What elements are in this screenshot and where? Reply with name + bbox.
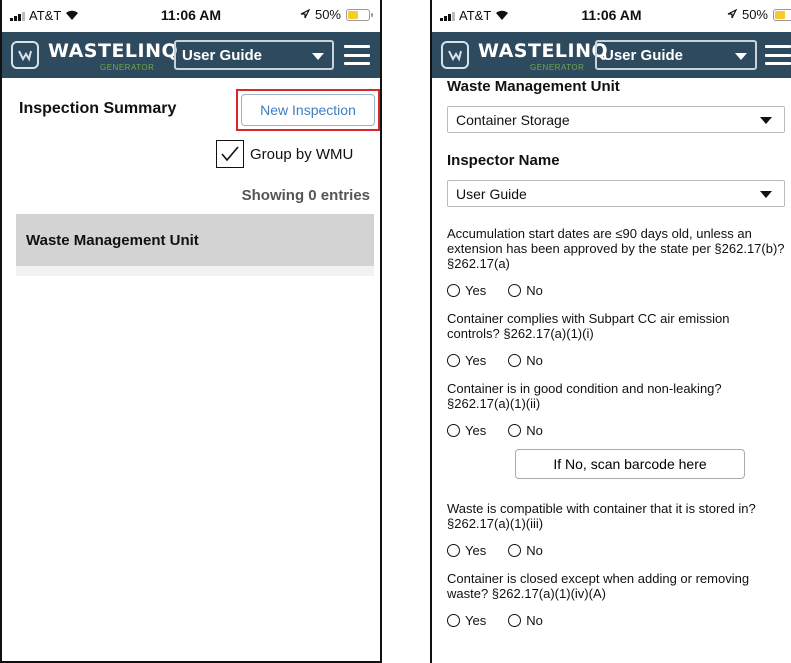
- wmu-select[interactable]: Container Storage: [447, 106, 785, 133]
- no-label: No: [526, 422, 543, 438]
- radio-circle-icon: [508, 283, 522, 297]
- brand-sub: GENERATOR: [530, 63, 585, 72]
- yes-radio[interactable]: Yes: [447, 283, 486, 298]
- wmu-select-value: Container Storage: [456, 112, 570, 128]
- no-radio[interactable]: No: [508, 423, 543, 438]
- radio-circle-icon: [508, 353, 522, 367]
- chevron-down-icon: [735, 53, 747, 60]
- yes-radio[interactable]: Yes: [447, 423, 486, 438]
- inspector-select[interactable]: User Guide: [447, 180, 785, 207]
- radio-circle-icon: [508, 423, 522, 437]
- radio-circle-icon: [447, 543, 460, 557]
- question-text: Container is closed except when adding o…: [447, 571, 750, 601]
- no-radio[interactable]: No: [508, 543, 543, 558]
- yes-label: Yes: [465, 542, 487, 558]
- radio-circle-icon: [447, 613, 460, 627]
- radio-circle-icon: [447, 423, 460, 437]
- yes-label: Yes: [465, 352, 487, 368]
- brand-sub: GENERATOR: [100, 63, 155, 72]
- brand-name: WASTELINQ: [48, 40, 179, 62]
- location-icon: [300, 7, 311, 22]
- inspection-form-screen: AT&T 11:06 AM 50% WASTELINQ GENERATOR Us…: [430, 0, 791, 663]
- user-select[interactable]: User Guide: [595, 40, 757, 70]
- hamburger-menu-icon[interactable]: [765, 45, 791, 65]
- table-header: Waste Management Unit: [16, 214, 374, 266]
- inspection-form: Waste Management Unit Container Storage …: [447, 78, 785, 641]
- wastelinq-logo-icon: [441, 41, 469, 69]
- question-text: Container is in good condition and non-l…: [447, 381, 722, 411]
- question-text: Waste is compatible with container that …: [447, 501, 756, 531]
- yes-label: Yes: [465, 612, 487, 628]
- battery-icon: [346, 8, 373, 21]
- radio-circle-icon: [447, 283, 460, 297]
- group-by-wmu-checkbox[interactable]: [216, 140, 244, 168]
- wmu-label: Waste Management Unit: [447, 78, 620, 95]
- inspection-summary-screen: AT&T 11:06 AM 50% WASTELINQ GENERATOR Us…: [0, 0, 382, 663]
- radio-group: Yes No: [447, 281, 785, 299]
- radio-circle-icon: [508, 613, 522, 627]
- wastelinq-logo-icon: [11, 41, 39, 69]
- location-icon: [727, 7, 738, 22]
- radio-group: Yes No: [447, 541, 785, 559]
- question-text: Accumulation start dates are ≤90 days ol…: [447, 226, 785, 271]
- status-right: 50%: [300, 7, 373, 22]
- highlight-box: New Inspection: [236, 89, 380, 131]
- battery-icon: [773, 8, 791, 21]
- battery-percent: 50%: [314, 7, 341, 22]
- radio-group: Yes No: [447, 611, 785, 629]
- no-label: No: [526, 282, 543, 298]
- radio-group: Yes No: [447, 351, 785, 369]
- brand-name: WASTELINQ: [478, 40, 609, 62]
- group-by-wmu-label: Group by WMU: [250, 145, 354, 163]
- radio-circle-icon: [447, 353, 460, 367]
- no-radio[interactable]: No: [508, 353, 543, 368]
- inspector-label: Inspector Name: [447, 152, 560, 169]
- status-bar: AT&T 11:06 AM 50%: [432, 0, 791, 32]
- table-divider: [16, 266, 374, 276]
- no-label: No: [526, 612, 543, 628]
- app-header: WASTELINQ GENERATOR User Guide: [2, 32, 380, 78]
- yes-label: Yes: [465, 282, 487, 298]
- scan-barcode-button[interactable]: If No, scan barcode here: [515, 449, 745, 479]
- yes-radio[interactable]: Yes: [447, 613, 486, 628]
- chevron-down-icon: [760, 191, 772, 198]
- hamburger-menu-icon[interactable]: [344, 45, 370, 65]
- entries-count: Showing 0 entries: [241, 187, 370, 204]
- new-inspection-button[interactable]: New Inspection: [241, 94, 375, 126]
- user-select[interactable]: User Guide: [174, 40, 334, 70]
- page-title: Inspection Summary: [19, 100, 177, 117]
- status-right: 50%: [727, 7, 791, 22]
- chevron-down-icon: [760, 117, 772, 124]
- user-select-value: User Guide: [182, 47, 263, 64]
- inspector-select-value: User Guide: [456, 186, 527, 202]
- app-header: WASTELINQ GENERATOR User Guide: [432, 32, 791, 78]
- no-label: No: [526, 352, 543, 368]
- radio-circle-icon: [508, 543, 522, 557]
- question-text: Container complies with Subpart CC air e…: [447, 311, 730, 341]
- chevron-down-icon: [312, 53, 324, 60]
- group-by-wmu-toggle[interactable]: Group by WMU: [216, 140, 353, 168]
- yes-radio[interactable]: Yes: [447, 543, 486, 558]
- status-bar: AT&T 11:06 AM 50%: [2, 0, 380, 32]
- no-radio[interactable]: No: [508, 283, 543, 298]
- no-radio[interactable]: No: [508, 613, 543, 628]
- radio-group: Yes No: [447, 421, 785, 439]
- yes-label: Yes: [465, 422, 487, 438]
- no-label: No: [526, 542, 543, 558]
- user-select-value: User Guide: [603, 47, 684, 64]
- battery-percent: 50%: [741, 7, 768, 22]
- yes-radio[interactable]: Yes: [447, 353, 486, 368]
